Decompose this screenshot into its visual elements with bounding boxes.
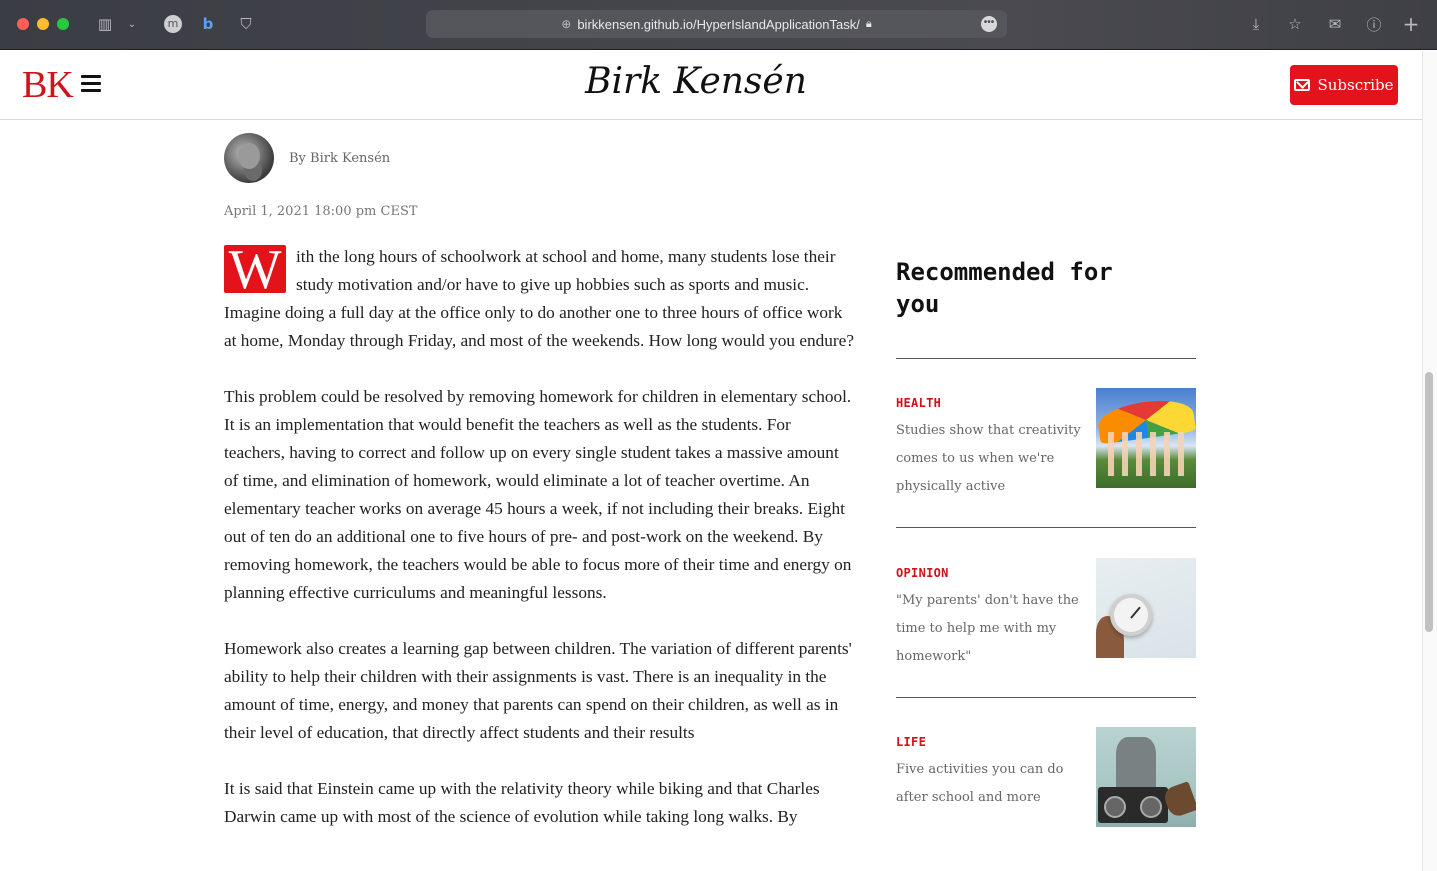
recommended-headline[interactable]: Five activities you can do after school … <box>896 756 1081 812</box>
minimize-window-button[interactable] <box>37 18 49 30</box>
new-tab-icon[interactable]: + <box>1400 12 1422 36</box>
recommended-headline[interactable]: Studies show that creativity comes to us… <box>896 417 1081 501</box>
subscribe-label: Subscribe <box>1317 76 1394 94</box>
site-title[interactable]: Birk Kensén <box>0 61 1392 102</box>
author-byline: By Birk Kensén <box>224 133 390 183</box>
zoom-window-button[interactable] <box>57 18 69 30</box>
recommended-thumbnail[interactable] <box>1096 558 1196 658</box>
recommended-item-life[interactable]: LIFE Five activities you can do after sc… <box>896 727 1196 827</box>
privacy-shield-icon[interactable]: ⛉ <box>236 13 256 35</box>
extension-m-icon[interactable]: m <box>162 13 184 35</box>
article-body: W ith the long hours of schoolwork at sc… <box>224 242 855 859</box>
recommended-heading: Recommended for you <box>896 258 1113 318</box>
sidebar-toggle-icon[interactable]: ▥ <box>94 13 116 35</box>
divider <box>896 358 1196 359</box>
divider <box>896 527 1196 528</box>
close-window-button[interactable] <box>17 18 29 30</box>
recommended-thumbnail[interactable] <box>1096 727 1196 827</box>
recommended-item-opinion[interactable]: OPINION "My parents' don't have the time… <box>896 558 1196 664</box>
recommended-item-health[interactable]: HEALTH Studies show that creativity come… <box>896 388 1196 494</box>
envelope-icon <box>1294 79 1311 91</box>
url-text: birkkensen.github.io/HyperIslandApplicat… <box>577 16 860 32</box>
info-icon[interactable]: ⓘ <box>1363 13 1385 35</box>
more-options-icon[interactable]: ••• <box>981 16 997 32</box>
subscribe-button[interactable]: Subscribe <box>1290 65 1398 105</box>
category-label[interactable]: HEALTH <box>896 396 941 410</box>
address-bar[interactable]: ⊕ birkkensen.github.io/HyperIslandApplic… <box>426 10 1007 38</box>
download-icon[interactable]: ⤓ <box>1245 13 1267 35</box>
article-paragraph: It is said that Einstein came up with th… <box>224 779 820 826</box>
lock-icon: 🔒︎ <box>865 17 872 30</box>
category-label[interactable]: OPINION <box>896 566 949 580</box>
recommended-thumbnail[interactable] <box>1096 388 1196 488</box>
drop-cap: W <box>224 242 286 298</box>
publish-date: April 1, 2021 18:00 pm CEST <box>224 204 418 219</box>
extension-b-icon[interactable]: b <box>199 13 217 35</box>
divider <box>896 697 1196 698</box>
author-name: By Birk Kensén <box>289 150 391 166</box>
bookmark-star-icon[interactable]: ☆ <box>1284 13 1306 35</box>
site-header: BK Birk Kensén Subscribe <box>0 51 1422 120</box>
category-label[interactable]: LIFE <box>896 735 926 749</box>
article-paragraph: Homework also creates a learning gap bet… <box>224 639 852 742</box>
chevron-down-icon[interactable]: ⌄ <box>126 13 138 35</box>
author-avatar <box>224 133 274 183</box>
article-paragraph: W ith the long hours of schoolwork at sc… <box>224 242 855 355</box>
mail-icon[interactable]: ✉ <box>1324 13 1346 35</box>
article-paragraph: This problem could be resolved by removi… <box>224 387 852 602</box>
page-scrollbar-thumb[interactable] <box>1425 372 1433 632</box>
paragraph-text: ith the long hours of schoolwork at scho… <box>224 247 855 350</box>
browser-toolbar: ▥ ⌄ m b ⛉ ⊕ birkkensen.github.io/HyperIs… <box>0 0 1437 50</box>
recommended-headline[interactable]: "My parents' don't have the time to help… <box>896 587 1081 671</box>
globe-icon: ⊕ <box>561 17 572 31</box>
